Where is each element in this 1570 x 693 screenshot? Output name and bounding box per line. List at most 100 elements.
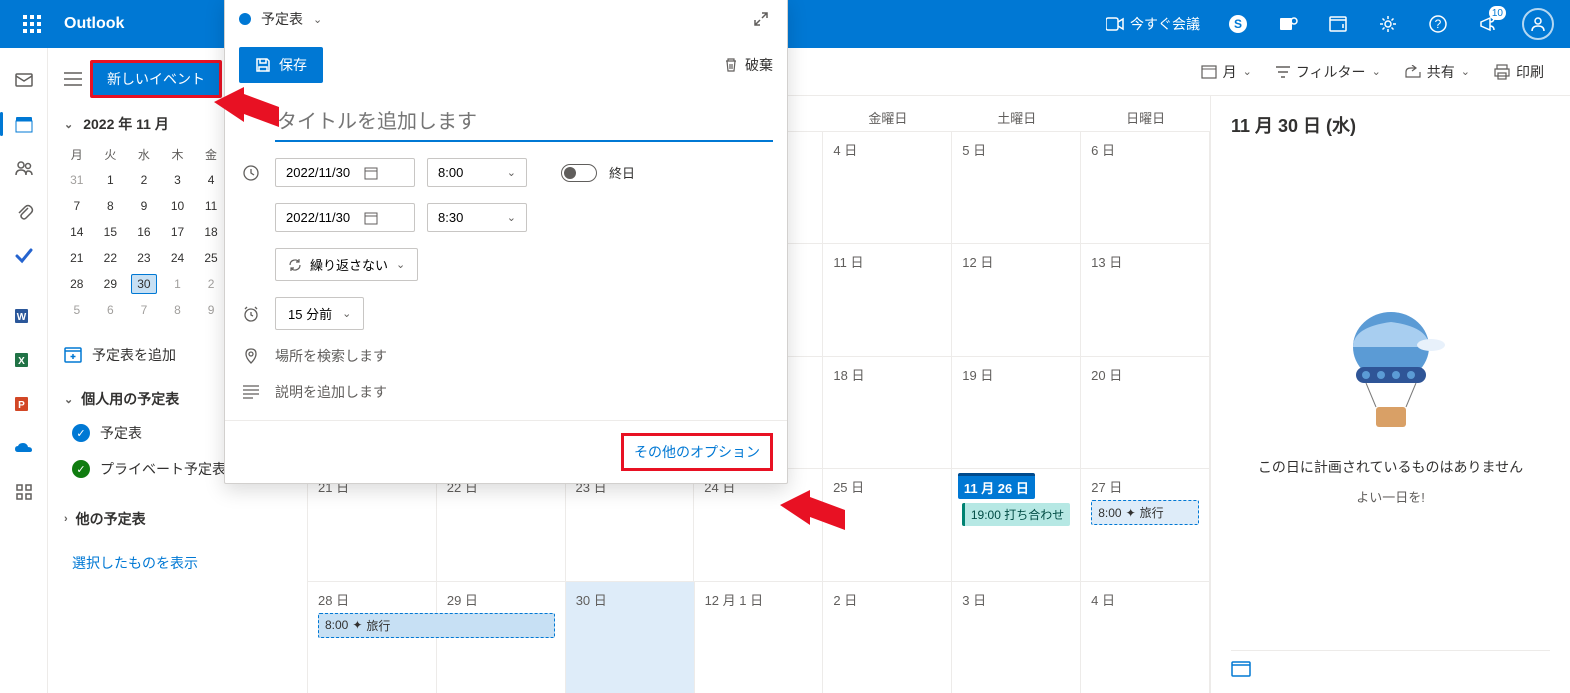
rail-people[interactable]	[4, 148, 44, 188]
day-cell[interactable]: 2 日	[823, 582, 952, 693]
mini-cal-day[interactable]: 21	[60, 245, 94, 271]
show-selected-link[interactable]: 選択したものを表示	[48, 543, 307, 583]
todo-icon	[14, 246, 34, 266]
meet-now-button[interactable]: 今すぐ会議	[1094, 14, 1212, 34]
teams-button[interactable]	[1264, 0, 1312, 48]
mini-cal-day[interactable]: 25	[194, 245, 228, 271]
day-cell[interactable]: 11 日	[823, 244, 952, 355]
mini-cal-day[interactable]: 18	[194, 219, 228, 245]
mini-cal-day[interactable]: 9	[127, 193, 161, 219]
day-cell[interactable]: 12 月 1 日	[695, 582, 824, 693]
rail-mail[interactable]	[4, 60, 44, 100]
day-cell[interactable]: 22 日	[437, 469, 566, 580]
day-cell[interactable]: 20 日	[1081, 357, 1210, 468]
description-input[interactable]: 説明を追加します	[275, 382, 773, 402]
mini-cal-day[interactable]: 15	[94, 219, 128, 245]
word-icon: W	[14, 306, 34, 326]
rail-files[interactable]	[4, 192, 44, 232]
day-cell[interactable]: 12 日	[952, 244, 1081, 355]
day-cell[interactable]: 18 日	[823, 357, 952, 468]
mini-cal-day[interactable]: 5	[60, 297, 94, 323]
mini-cal-day[interactable]: 16	[127, 219, 161, 245]
day-cell[interactable]: 3 日	[952, 582, 1081, 693]
whats-new-button[interactable]: 10	[1464, 0, 1512, 48]
mini-cal-day[interactable]: 23	[127, 245, 161, 271]
rail-more-apps[interactable]	[4, 472, 44, 512]
account-button[interactable]	[1514, 0, 1562, 48]
mini-cal-day[interactable]: 2	[194, 271, 228, 297]
settings-button[interactable]	[1364, 0, 1412, 48]
discard-button[interactable]: 破棄	[723, 55, 773, 75]
mini-cal-day[interactable]: 1	[94, 167, 128, 193]
rail-powerpoint[interactable]: P	[4, 384, 44, 424]
my-day-button[interactable]	[1314, 0, 1362, 48]
start-time-picker[interactable]: 8:00⌄	[427, 158, 527, 187]
mini-cal-day[interactable]: 2	[127, 167, 161, 193]
day-cell[interactable]: 6 日	[1081, 132, 1210, 243]
end-date-picker[interactable]: 2022/11/30	[275, 203, 415, 232]
mini-cal-day[interactable]: 31	[60, 167, 94, 193]
day-cell[interactable]: 27 日8:00 ✦ 旅行	[1081, 469, 1210, 580]
rail-onedrive[interactable]	[4, 428, 44, 468]
menu-toggle-button[interactable]	[64, 72, 82, 86]
mini-cal-day[interactable]: 3	[161, 167, 195, 193]
day-cell[interactable]: 30 日	[566, 582, 695, 693]
repeat-selector[interactable]: 繰り返さない⌄	[275, 248, 418, 281]
mini-cal-day[interactable]: 1	[161, 271, 195, 297]
app-title: Outlook	[64, 15, 124, 33]
mini-cal-day[interactable]: 7	[127, 297, 161, 323]
help-button[interactable]: ?	[1414, 0, 1462, 48]
rail-excel[interactable]: X	[4, 340, 44, 380]
day-cell[interactable]: 11 月 26 日19:00 打ち合わせ	[952, 469, 1081, 580]
print-button[interactable]: 印刷	[1484, 56, 1554, 88]
mini-cal-day[interactable]: 11	[194, 193, 228, 219]
mini-cal-day[interactable]: 6	[94, 297, 128, 323]
end-time-picker[interactable]: 8:30⌄	[427, 203, 527, 232]
mini-cal-day[interactable]: 8	[94, 193, 128, 219]
mini-cal-day[interactable]: 9	[194, 297, 228, 323]
rail-calendar[interactable]	[4, 104, 44, 144]
mini-cal-day[interactable]: 7	[60, 193, 94, 219]
mini-cal-day[interactable]: 17	[161, 219, 195, 245]
mini-cal-day[interactable]: 8	[161, 297, 195, 323]
calendar-small-icon[interactable]	[1231, 661, 1251, 677]
event-title-input[interactable]	[275, 105, 773, 142]
other-calendars-toggle[interactable]: ›他の予定表	[64, 503, 291, 535]
mini-cal-day[interactable]: 30	[127, 271, 161, 297]
day-cell[interactable]: 23 日	[566, 469, 695, 580]
rail-word[interactable]: W	[4, 296, 44, 336]
filter-button[interactable]: フィルター⌄	[1266, 56, 1391, 88]
new-event-button[interactable]: 新しいイベント	[90, 60, 222, 98]
day-cell[interactable]: 28 日8:00 ✦ 旅行	[308, 582, 437, 693]
app-launcher-button[interactable]	[8, 15, 56, 33]
skype-button[interactable]: S	[1214, 0, 1262, 48]
calendar-color-dot	[239, 13, 251, 25]
day-cell[interactable]: 13 日	[1081, 244, 1210, 355]
more-options-link[interactable]: その他のオプション	[621, 433, 773, 471]
share-button[interactable]: 共有⌄	[1395, 56, 1480, 88]
all-day-toggle[interactable]	[561, 164, 597, 182]
view-selector[interactable]: 月⌄	[1191, 56, 1262, 88]
save-button[interactable]: 保存	[239, 47, 323, 83]
mini-cal-day[interactable]: 28	[60, 271, 94, 297]
mini-cal-day[interactable]: 14	[60, 219, 94, 245]
event-chip[interactable]: 19:00 打ち合わせ	[962, 503, 1070, 526]
rail-todo[interactable]	[4, 236, 44, 276]
start-date-picker[interactable]: 2022/11/30	[275, 158, 415, 187]
reminder-selector[interactable]: 15 分前⌄	[275, 297, 364, 330]
mini-cal-day[interactable]: 4	[194, 167, 228, 193]
mini-cal-day[interactable]: 10	[161, 193, 195, 219]
day-cell[interactable]: 19 日	[952, 357, 1081, 468]
day-cell[interactable]: 5 日	[952, 132, 1081, 243]
day-cell[interactable]: 29 日	[437, 582, 566, 693]
mini-cal-day[interactable]: 24	[161, 245, 195, 271]
day-cell[interactable]: 4 日	[823, 132, 952, 243]
calendar-selector[interactable]: 予定表	[261, 9, 303, 29]
event-chip[interactable]: 8:00 ✦ 旅行	[1091, 500, 1199, 525]
location-input[interactable]: 場所を検索します	[275, 346, 773, 366]
mini-cal-day[interactable]: 29	[94, 271, 128, 297]
mini-cal-day[interactable]: 22	[94, 245, 128, 271]
day-cell[interactable]: 21 日	[308, 469, 437, 580]
expand-button[interactable]	[749, 7, 773, 31]
day-cell[interactable]: 4 日	[1081, 582, 1210, 693]
